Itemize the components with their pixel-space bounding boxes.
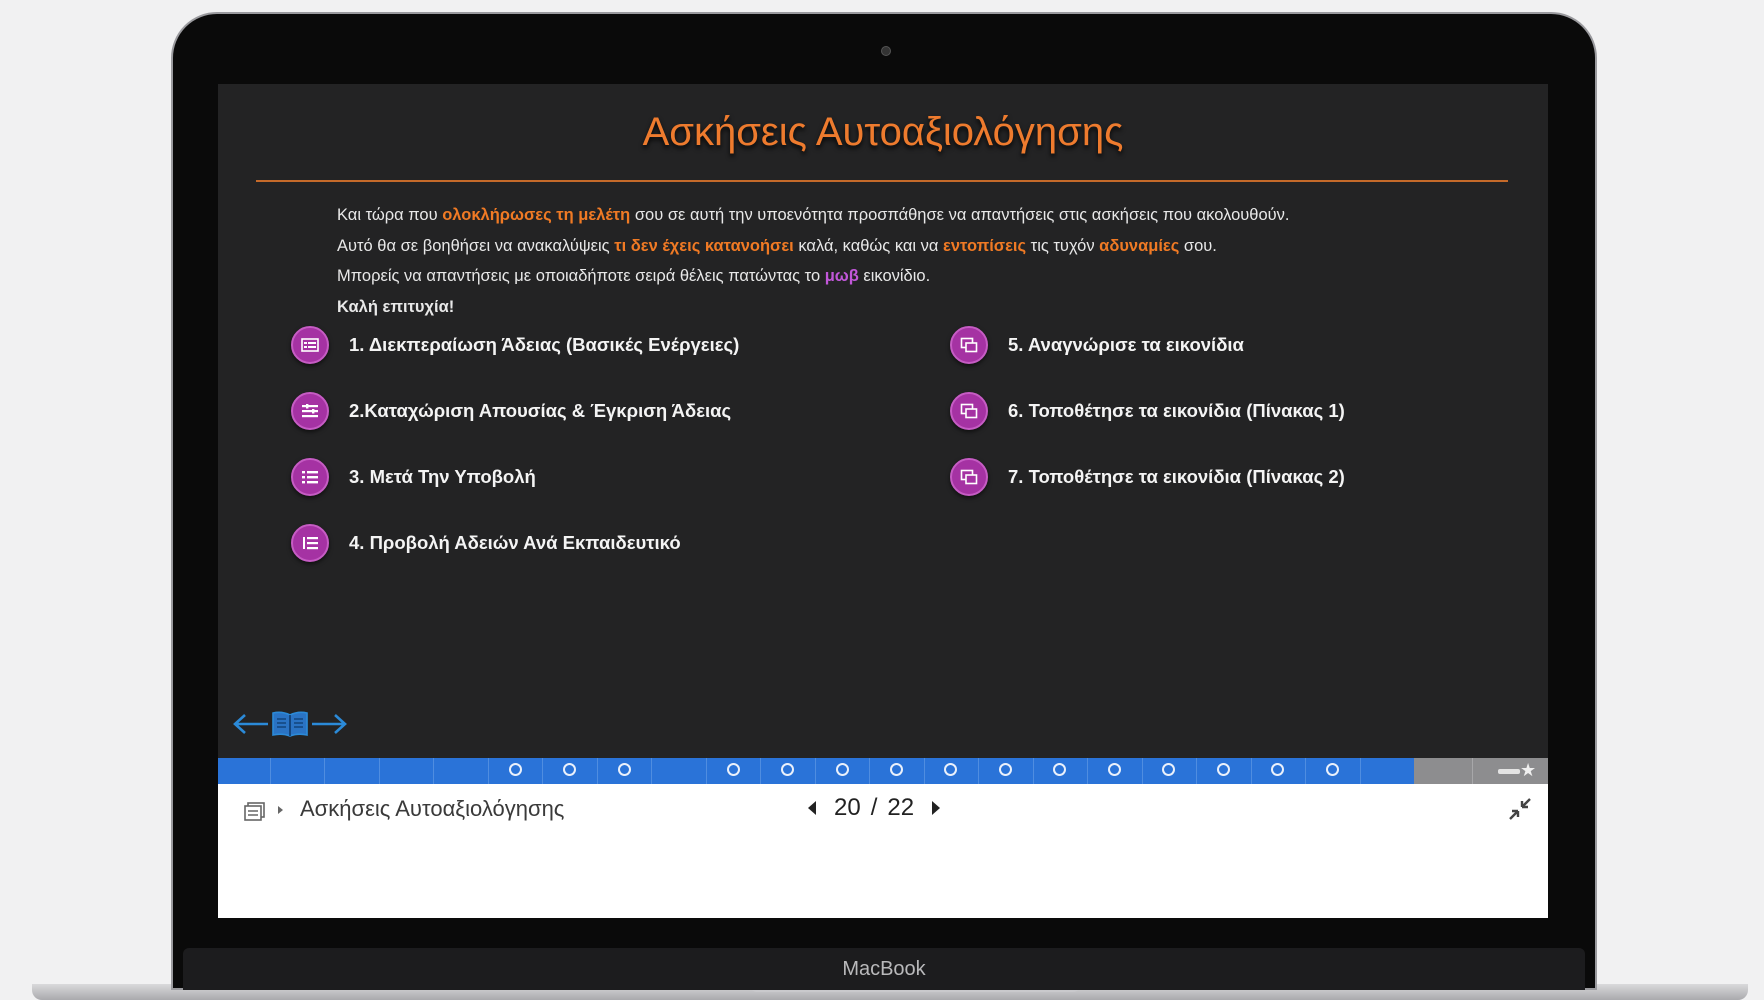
exercise-item-5[interactable]: 5. Αναγνώρισε τα εικονίδια bbox=[950, 326, 1244, 364]
exercise-label-6[interactable]: 6. Τοποθέτησε τα εικονίδια (Πίνακας 1) bbox=[1008, 400, 1345, 422]
next-page-icon[interactable] bbox=[932, 801, 941, 815]
drag-drop-icon[interactable] bbox=[950, 326, 988, 364]
progress-end-controls: ★ bbox=[1414, 758, 1548, 784]
progress-dot[interactable] bbox=[1216, 763, 1230, 776]
camera-dot bbox=[881, 46, 891, 56]
arrow-right-icon[interactable] bbox=[310, 710, 348, 743]
progress-segment bbox=[270, 758, 325, 784]
breadcrumb[interactable]: Ασκήσεις Αυτοαξιολόγησης bbox=[300, 796, 564, 822]
device-brand: MacBook bbox=[842, 958, 926, 980]
exercise-item-3[interactable]: 3. Μετά Την Υποβολή bbox=[291, 458, 536, 496]
collapse-icon[interactable] bbox=[1507, 796, 1533, 827]
progress-segment bbox=[1359, 758, 1415, 784]
progress-segment bbox=[651, 758, 706, 784]
intro-line-2: Αυτό θα σε βοηθήσει να ανακαλύψεις τι δε… bbox=[337, 236, 1217, 255]
exercise-item-2[interactable]: 2.Καταχώριση Απουσίας & Έγκριση Άδειας bbox=[291, 392, 731, 430]
exercise-item-6[interactable]: 6. Τοποθέτησε τα εικονίδια (Πίνακας 1) bbox=[950, 392, 1345, 430]
breadcrumb-arrow-icon bbox=[278, 806, 283, 814]
exercise-label-2[interactable]: 2.Καταχώριση Απουσίας & Έγκριση Άδειας bbox=[349, 400, 731, 422]
slide-title: Ασκήσεις Αυτοαξιολόγησης bbox=[642, 110, 1124, 154]
page-current: 20 bbox=[834, 794, 861, 821]
progress-dot[interactable] bbox=[835, 763, 849, 776]
progress-segment bbox=[324, 758, 379, 784]
exercise-label-4[interactable]: 4. Προβολή Αδειών Ανά Εκπαιδευτικό bbox=[349, 532, 681, 554]
intro-line-4: Καλή επιτυχία! bbox=[337, 297, 455, 316]
progress-dot[interactable] bbox=[1107, 763, 1121, 776]
arrow-left-icon[interactable] bbox=[232, 710, 270, 743]
checklist-icon[interactable] bbox=[291, 458, 329, 496]
progress-dot[interactable] bbox=[726, 763, 740, 776]
page-separator: / bbox=[870, 794, 878, 821]
table-of-contents-icon[interactable] bbox=[244, 802, 266, 827]
exercise-label-5[interactable]: 5. Αναγνώρισε τα εικονίδια bbox=[1008, 334, 1244, 356]
exercise-label-7[interactable]: 7. Τοποθέτησε τα εικονίδια (Πίνακας 2) bbox=[1008, 466, 1345, 488]
exercise-item-1[interactable]: 1. Διεκπεραίωση Άδειας (Βασικές Ενέργειε… bbox=[291, 326, 739, 364]
slide-screen: Ασκήσεις Αυτοαξιολόγησης Και τώρα που ολ… bbox=[218, 84, 1548, 918]
exercise-label-1[interactable]: 1. Διεκπεραίωση Άδειας (Βασικές Ενέργειε… bbox=[349, 334, 739, 356]
progress-bar[interactable]: ★ bbox=[218, 758, 1548, 784]
numbered-list-icon[interactable] bbox=[291, 524, 329, 562]
progress-dot[interactable] bbox=[1325, 763, 1339, 776]
intro-text: Και τώρα που ολοκλήρωσες τη μελέτη σου σ… bbox=[337, 200, 1457, 322]
star-icon[interactable]: ★ bbox=[1520, 759, 1536, 781]
title-divider bbox=[256, 180, 1508, 182]
progress-segment bbox=[433, 758, 488, 784]
minus-icon[interactable] bbox=[1498, 769, 1520, 774]
intro-line-3: Μπορείς να απαντήσεις με οποιαδήποτε σει… bbox=[337, 267, 931, 285]
intro-line-1: Και τώρα που ολοκλήρωσες τη μελέτη σου σ… bbox=[337, 206, 1290, 224]
drag-drop-icon[interactable] bbox=[950, 392, 988, 430]
progress-segment bbox=[378, 758, 434, 784]
player-toolbar: Ασκήσεις Αυτοαξιολόγησης 20 / 22 bbox=[218, 784, 1548, 918]
exercise-label-3[interactable]: 3. Μετά Την Υποβολή bbox=[349, 466, 536, 488]
form-icon[interactable] bbox=[291, 326, 329, 364]
book-icon[interactable] bbox=[270, 709, 310, 744]
progress-dot[interactable] bbox=[508, 763, 522, 776]
progress-dot[interactable] bbox=[998, 763, 1012, 776]
exercise-item-7[interactable]: 7. Τοποθέτησε τα εικονίδια (Πίνακας 2) bbox=[950, 458, 1345, 496]
drag-drop-icon[interactable] bbox=[950, 458, 988, 496]
slide-navigation bbox=[232, 706, 356, 746]
page-indicator: 20 / 22 bbox=[808, 794, 941, 822]
laptop-chin: MacBook bbox=[183, 948, 1585, 990]
list-filter-icon[interactable] bbox=[291, 392, 329, 430]
prev-page-icon[interactable] bbox=[808, 801, 816, 815]
exercise-item-4[interactable]: 4. Προβολή Αδειών Ανά Εκπαιδευτικό bbox=[291, 524, 681, 562]
progress-dot[interactable] bbox=[781, 763, 795, 776]
page-total: 22 bbox=[887, 794, 915, 821]
progress-dot[interactable] bbox=[617, 763, 631, 776]
progress-dot[interactable] bbox=[889, 763, 903, 776]
